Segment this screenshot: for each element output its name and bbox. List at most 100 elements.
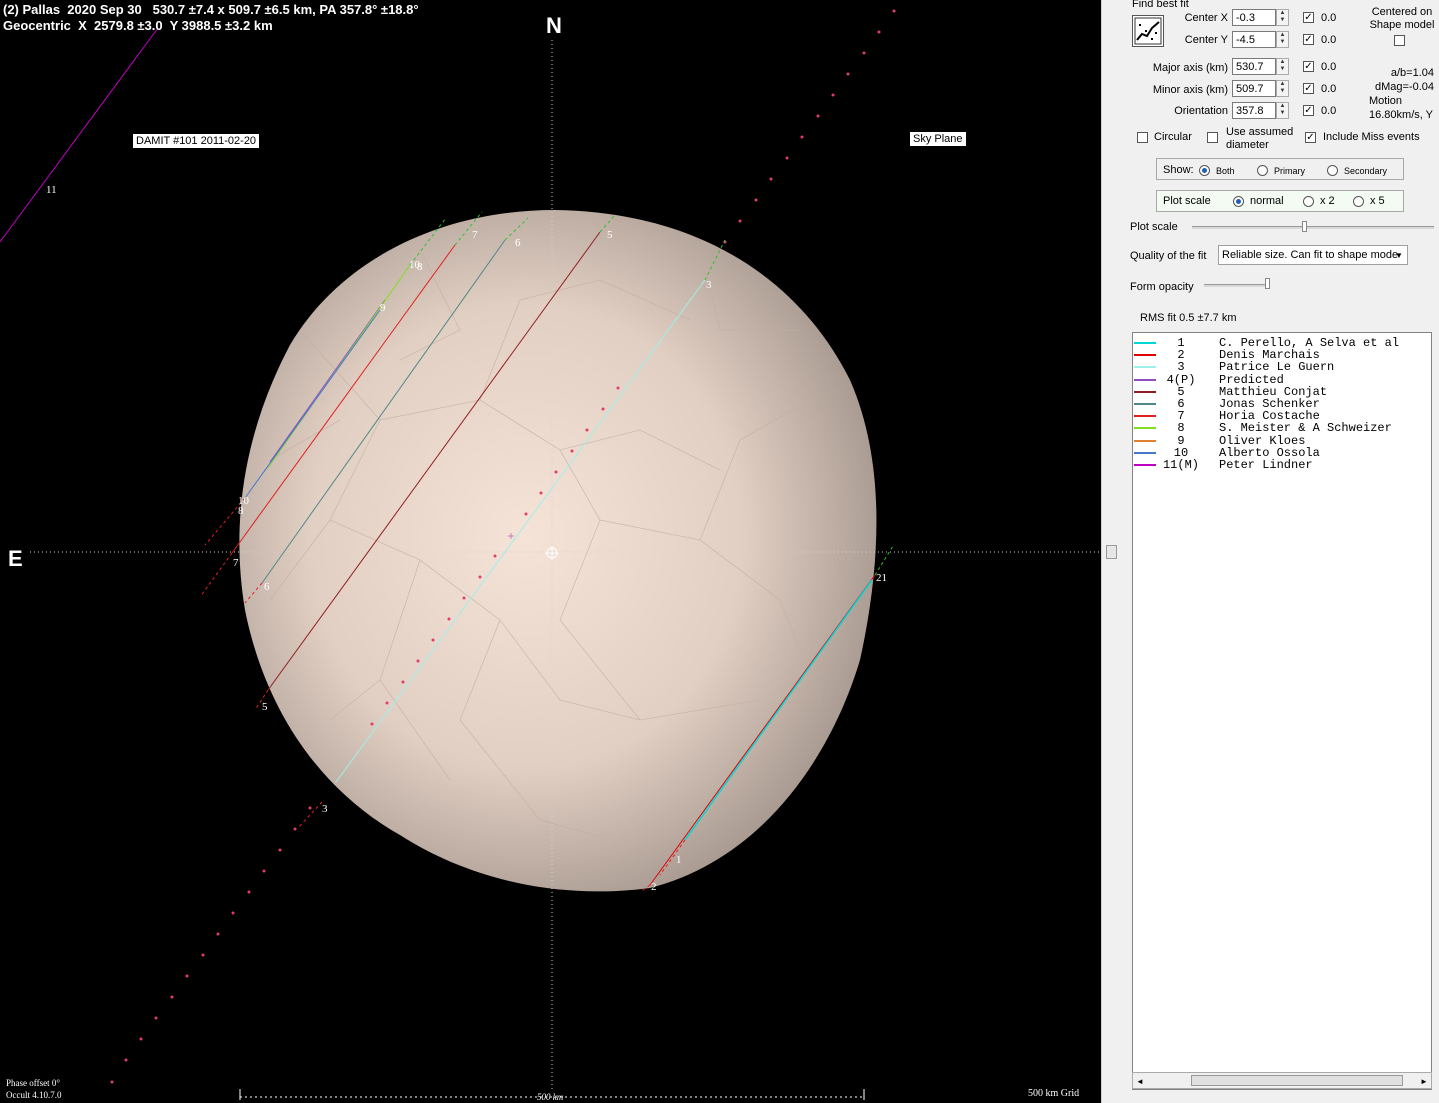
quality-of-fit-label: Quality of the fit xyxy=(1130,250,1207,262)
show-label: Show: xyxy=(1163,164,1194,176)
include-miss-events-checkbox[interactable]: ✓ xyxy=(1305,132,1316,143)
plot-scale-normal-radio[interactable] xyxy=(1233,196,1244,207)
legend-horizontal-scrollbar[interactable]: ◄ ► xyxy=(1132,1072,1432,1089)
chord-label: 6 xyxy=(515,237,521,249)
orientation-checkbox[interactable]: ✓ xyxy=(1303,105,1314,116)
orientation-label: Orientation xyxy=(1174,105,1228,117)
chord-label: 8 xyxy=(417,261,423,273)
north-label: N xyxy=(546,13,562,38)
form-opacity-slider-thumb[interactable] xyxy=(1265,278,1270,289)
minor-axis-input[interactable]: 509.7 xyxy=(1232,80,1276,97)
major-axis-checkbox[interactable]: ✓ xyxy=(1303,61,1314,72)
legend-observer-name: Patrice Le Guern xyxy=(1219,360,1335,375)
legend-color-swatch xyxy=(1134,427,1156,430)
center-y-spinner[interactable]: ▲ ▼ xyxy=(1276,31,1289,48)
sky-plane-label: Sky Plane xyxy=(910,132,966,146)
plot-scale-x5-radio[interactable] xyxy=(1353,196,1364,207)
orientation-input[interactable]: 357.8 xyxy=(1232,102,1276,119)
legend-number: 9 xyxy=(1177,433,1185,448)
splitter-scrollbar[interactable] xyxy=(1101,0,1119,1103)
legend-number: 2 xyxy=(1177,348,1185,363)
center-x-uncertainty: 0.0 xyxy=(1321,12,1337,24)
legend-row[interactable]: 3 Patrice Le Guern xyxy=(1133,360,1431,375)
circular-checkbox[interactable] xyxy=(1137,132,1148,143)
chord-label: 9 xyxy=(380,302,386,314)
quality-of-fit-dropdown[interactable]: Reliable size. Can fit to shape mode ▼ xyxy=(1218,245,1408,265)
major-axis-label: Major axis (km) xyxy=(1152,62,1228,74)
center-y-checkbox[interactable]: ✓ xyxy=(1303,34,1314,45)
legend-observer-name: Jonas Schenker xyxy=(1219,397,1320,411)
observer-legend-list[interactable]: 1 C. Perello, A Selva et al 2 Denis Marchai… xyxy=(1132,332,1432,1090)
center-x-spinner[interactable]: ▲ ▼ xyxy=(1276,9,1289,26)
center-x-label: Center X xyxy=(1184,12,1228,24)
legend-row[interactable]: 2 Denis Marchais xyxy=(1133,348,1431,363)
legend-number: 10 xyxy=(1173,445,1189,460)
minor-axis-checkbox[interactable]: ✓ xyxy=(1303,83,1314,94)
legend-observer-name: Oliver Kloes xyxy=(1219,433,1306,448)
east-label: E xyxy=(8,546,23,571)
legend-number: 3 xyxy=(1177,360,1185,375)
show-secondary-radio[interactable] xyxy=(1327,165,1338,176)
legend-observer-name: Alberto Ossola xyxy=(1219,445,1320,460)
chord-label: 8 xyxy=(238,505,244,517)
damit-model-label: DAMIT #101 2011-02-20 xyxy=(133,134,260,148)
legend-row[interactable]: 8 S. Meister & A Schweizer xyxy=(1133,421,1431,436)
axis-ratio: a/b=1.04 xyxy=(1390,67,1434,79)
use-assumed-diameter-label: Use assumed diameter xyxy=(1226,126,1294,151)
chord-label: 2 xyxy=(651,881,657,893)
legend-color-swatch xyxy=(1134,403,1156,405)
legend-observer-name: S. Meister & A Schweizer xyxy=(1219,421,1392,436)
plot-scale-slider-thumb[interactable] xyxy=(1302,221,1307,232)
plot-scale-slider[interactable] xyxy=(1192,226,1434,229)
find-best-fit-button[interactable] xyxy=(1132,15,1164,47)
rms-fit: RMS fit 0.5 ±7.7 km xyxy=(1140,312,1237,324)
legend-observer-name: Peter Lindner xyxy=(1219,458,1313,472)
show-primary-radio[interactable] xyxy=(1257,165,1268,176)
legend-scroll-thumb[interactable] xyxy=(1191,1075,1403,1086)
legend-row[interactable]: 10 Alberto Ossola xyxy=(1133,445,1431,460)
show-both-radio[interactable] xyxy=(1199,165,1210,176)
legend-color-swatch xyxy=(1134,390,1156,393)
plot-scale-slider-label: Plot scale xyxy=(1130,221,1178,233)
plot-scale-normal-label: normal xyxy=(1250,195,1284,207)
centered-on-shape-checkbox[interactable] xyxy=(1394,35,1405,46)
use-assumed-diameter-checkbox[interactable] xyxy=(1207,132,1218,143)
delta-magnitude: dMag=-0.04 xyxy=(1374,81,1434,93)
event-title: (2) Pallas 2020 Sep 30 530.7 ±7.4 x 509.… xyxy=(3,2,419,17)
legend-row[interactable]: 5 Matthieu Conjat xyxy=(1133,384,1431,399)
major-axis-input[interactable]: 530.7 xyxy=(1232,58,1276,75)
legend-row[interactable]: 11(M) Peter Lindner xyxy=(1133,458,1431,472)
center-x-input[interactable]: -0.3 xyxy=(1232,9,1276,26)
splitter-thumb[interactable] xyxy=(1106,545,1117,559)
center-y-uncertainty: 0.0 xyxy=(1321,34,1337,46)
scale-bar-label: 500 km xyxy=(537,1092,564,1102)
scroll-right-icon[interactable]: ► xyxy=(1420,1075,1428,1088)
plot-scale-x2-radio[interactable] xyxy=(1303,196,1314,207)
legend-row[interactable]: 6 Jonas Schenker xyxy=(1133,397,1431,411)
scroll-left-icon[interactable]: ◄ xyxy=(1136,1075,1144,1088)
minor-axis-spinner[interactable]: ▲ ▼ xyxy=(1276,80,1289,97)
legend-row[interactable]: 4(P) Predicted xyxy=(1133,374,1431,386)
legend-color-swatch xyxy=(1134,451,1156,454)
center-x-checkbox[interactable]: ✓ xyxy=(1303,12,1314,23)
orientation-spinner[interactable]: ▲ ▼ xyxy=(1276,102,1289,119)
center-y-input[interactable]: -4.5 xyxy=(1232,31,1276,48)
chord-label: 5 xyxy=(607,229,613,241)
legend-observer-name: Denis Marchais xyxy=(1219,348,1320,363)
legend-color-swatch xyxy=(1134,366,1156,369)
chord-label: 5 xyxy=(262,701,268,713)
legend-row[interactable]: 1 C. Perello, A Selva et al xyxy=(1133,337,1431,349)
plot-scale-x2-label: x 2 xyxy=(1320,195,1335,207)
grid-label: 500 km Grid xyxy=(1028,1088,1080,1099)
sky-plane-plot[interactable]: 11 7 6 5 3 10 8 9 10 8 7 6 5 3 1 2 21 (2… xyxy=(0,0,1101,1103)
legend-row[interactable]: 7 Horia Costache xyxy=(1133,410,1431,422)
major-axis-spinner[interactable]: ▲ ▼ xyxy=(1276,58,1289,75)
plot-scale-x5-label: x 5 xyxy=(1370,195,1385,207)
legend-observer-name: Matthieu Conjat xyxy=(1219,384,1328,399)
legend-row[interactable]: 9 Oliver Kloes xyxy=(1133,433,1431,448)
legend-color-swatch xyxy=(1134,342,1156,344)
chord-label: 3 xyxy=(706,279,712,291)
plot-canvas: 11 7 6 5 3 10 8 9 10 8 7 6 5 3 1 2 21 xyxy=(0,9,1100,1100)
form-opacity-slider[interactable] xyxy=(1204,284,1270,287)
phase-offset: Phase offset 0° xyxy=(6,1078,60,1088)
